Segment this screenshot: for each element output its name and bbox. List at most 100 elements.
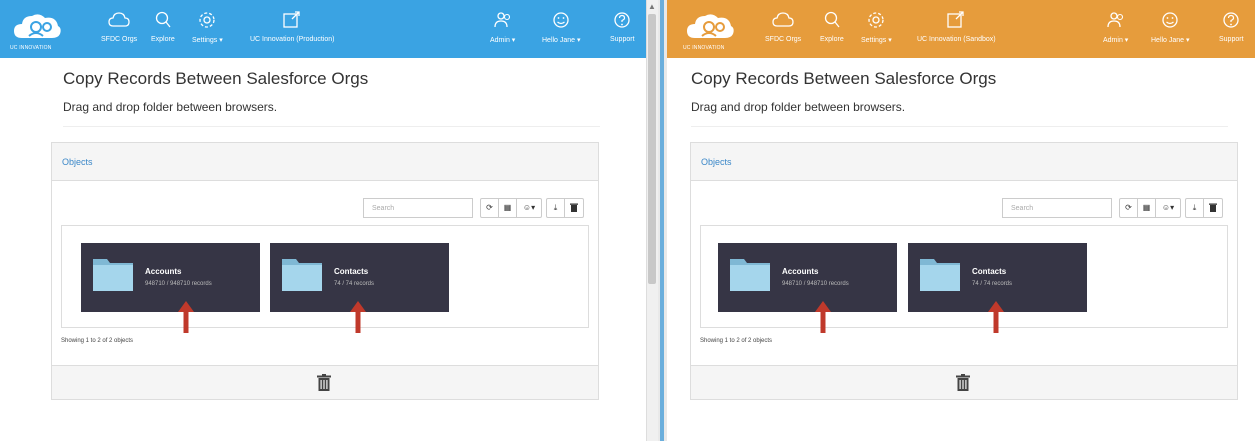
folder-tile-contacts[interactable]: Contacts 74 / 74 records <box>908 243 1087 333</box>
uc-innovation-logo[interactable]: UC INNOVATION <box>681 6 741 52</box>
folder-icon <box>730 259 770 291</box>
download-button[interactable]: ⤓ <box>547 199 565 217</box>
users-icon <box>494 12 510 28</box>
top-navbar: UC INNOVATION SFDC Orgs Explore Settings… <box>0 0 646 58</box>
folder-icon <box>282 259 322 291</box>
folder-record-count: 74 / 74 records <box>334 281 375 287</box>
cloud-icon <box>772 12 794 27</box>
nav-admin[interactable]: Admin ▾ <box>1103 8 1128 44</box>
trash-button[interactable] <box>565 199 583 217</box>
folder-name: Accounts <box>145 267 182 276</box>
trash-icon[interactable] <box>317 374 331 391</box>
nav-label: Admin <box>490 37 510 44</box>
nav-explore[interactable]: Explore <box>820 8 844 43</box>
chevron-down-icon: ▾ <box>531 203 536 212</box>
panel-heading[interactable]: Objects <box>691 143 1237 181</box>
nav-settings[interactable]: Settings ▾ <box>861 8 892 44</box>
pagination-info: Showing 1 to 2 of 2 objects <box>61 338 134 344</box>
red-up-arrow-icon <box>350 301 366 333</box>
help-icon <box>614 12 630 28</box>
pagination-info: Showing 1 to 2 of 2 objects <box>700 338 773 344</box>
nav-admin[interactable]: Admin ▾ <box>490 8 515 44</box>
red-up-arrow-icon <box>815 301 831 333</box>
user-filter-button[interactable]: ☺▾ <box>1156 199 1180 217</box>
nav-user-menu[interactable]: Hello Jane ▾ <box>1151 8 1190 44</box>
divider <box>691 126 1228 127</box>
trash-small-icon <box>570 203 578 212</box>
chevron-down-icon: ▾ <box>1170 203 1175 212</box>
folder-icon <box>93 259 133 291</box>
users-icon <box>1107 12 1123 28</box>
download-button[interactable]: ⤓ <box>1186 199 1204 217</box>
nav-label: Settings <box>192 37 218 44</box>
logo-tagline: UC INNOVATION <box>683 45 725 51</box>
red-up-arrow-icon <box>988 301 1004 333</box>
folder-drop-area[interactable]: Accounts 948710 / 948710 records Contact… <box>700 225 1228 333</box>
nav-settings[interactable]: Settings ▾ <box>192 8 223 44</box>
panel-footer <box>52 365 598 399</box>
nav-user-menu[interactable]: Hello Jane ▾ <box>542 8 581 44</box>
folder-icon <box>920 259 960 291</box>
nav-label: SFDC Orgs <box>101 36 138 43</box>
gear-icon <box>868 12 885 28</box>
nav-org-selector[interactable]: UC Innovation (Production) <box>250 8 334 43</box>
nav-label: Support <box>610 36 635 43</box>
search-input[interactable]: Search <box>363 198 473 218</box>
external-window-icon <box>283 11 300 28</box>
uc-innovation-logo[interactable]: UC INNOVATION <box>8 6 68 52</box>
trash-small-icon <box>1209 203 1217 212</box>
calendar-button[interactable]: ▦ <box>1138 199 1156 217</box>
divider <box>63 126 600 127</box>
toolbar-button-group: ⤓ <box>1185 198 1223 218</box>
nav-explore[interactable]: Explore <box>151 8 175 43</box>
folder-drop-area[interactable]: Accounts 948710 / 948710 records Contact… <box>61 225 589 333</box>
cloud-logo-icon <box>14 14 61 38</box>
user-icon: ☺ <box>1161 203 1171 212</box>
objects-panel-production: Objects Search ⟳ ▦ ☺▾ ⤓ Accounts 948710 … <box>51 142 599 400</box>
calendar-button[interactable]: ▦ <box>499 199 517 217</box>
panel-heading[interactable]: Objects <box>52 143 598 181</box>
page-subtitle: Drag and drop folder between browsers. <box>63 100 278 114</box>
nav-label: UC Innovation (Production) <box>250 36 335 43</box>
scroll-up-arrow[interactable]: ▲ <box>648 2 656 12</box>
folder-record-count: 74 / 74 records <box>972 281 1013 287</box>
nav-sfdc-orgs[interactable]: SFDC Orgs <box>101 8 137 43</box>
folder-name: Contacts <box>334 267 369 276</box>
refresh-button[interactable]: ⟳ <box>1120 199 1138 217</box>
chevron-down-icon: ▾ <box>219 37 223 44</box>
nav-support[interactable]: Support <box>610 8 635 43</box>
nav-support[interactable]: Support <box>1219 8 1244 43</box>
top-navbar: UC INNOVATION SFDC Orgs Explore Settings… <box>667 0 1255 58</box>
trash-icon[interactable] <box>956 374 970 391</box>
search-icon <box>155 11 171 28</box>
folder-record-count: 948710 / 948710 records <box>145 281 212 287</box>
cloud-logo-icon <box>687 14 734 38</box>
folder-tile-accounts[interactable]: Accounts 948710 / 948710 records <box>718 243 897 333</box>
scrollbar-thumb[interactable] <box>648 14 656 284</box>
nav-org-selector[interactable]: UC Innovation (Sandbox) <box>917 8 996 43</box>
nav-label: SFDC Orgs <box>765 36 802 43</box>
refresh-button[interactable]: ⟳ <box>481 199 499 217</box>
nav-label: UC Innovation (Sandbox) <box>917 36 996 43</box>
search-input[interactable]: Search <box>1002 198 1112 218</box>
red-up-arrow-icon <box>178 301 194 333</box>
chevron-down-icon: ▾ <box>511 37 516 44</box>
chevron-down-icon: ▾ <box>1124 37 1129 44</box>
trash-button[interactable] <box>1204 199 1222 217</box>
panel-footer <box>691 365 1237 399</box>
folder-tile-accounts[interactable]: Accounts 948710 / 948710 records <box>81 243 260 333</box>
page-title: Copy Records Between Salesforce Orgs <box>691 69 997 88</box>
nav-sfdc-orgs[interactable]: SFDC Orgs <box>765 8 801 43</box>
folder-record-count: 948710 / 948710 records <box>782 281 849 287</box>
chevron-down-icon: ▾ <box>577 37 581 44</box>
folder-name: Accounts <box>782 267 819 276</box>
nav-label: Explore <box>151 36 175 43</box>
gear-icon <box>199 12 216 28</box>
external-window-icon <box>947 11 964 28</box>
chevron-down-icon: ▾ <box>1186 37 1190 44</box>
toolbar-button-group: ⤓ <box>546 198 584 218</box>
folder-tile-contacts[interactable]: Contacts 74 / 74 records <box>270 243 449 333</box>
help-icon <box>1223 12 1239 28</box>
objects-toolbar: Search ⟳ ▦ ☺▾ ⤓ <box>363 198 584 218</box>
user-filter-button[interactable]: ☺▾ <box>517 199 541 217</box>
